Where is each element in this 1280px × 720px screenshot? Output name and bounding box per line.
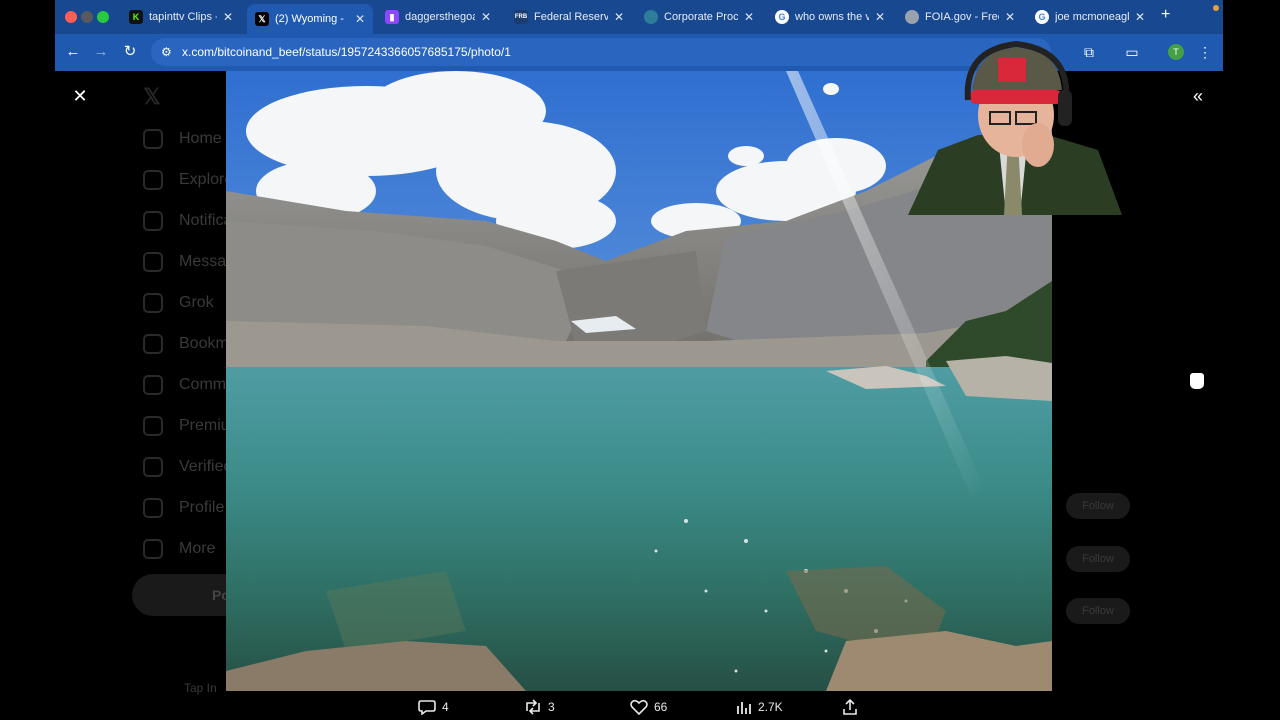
like-count: 66 bbox=[654, 700, 668, 714]
reply-button[interactable]: 4 bbox=[418, 699, 449, 715]
tab-corporate-proce[interactable]: Corporate Proce ✕ bbox=[636, 4, 762, 30]
mail-icon bbox=[143, 252, 163, 272]
views-count: 2.7K bbox=[758, 700, 783, 714]
globe-icon bbox=[644, 10, 658, 24]
close-icon[interactable]: ✕ bbox=[70, 86, 90, 106]
sidebar-item-explore[interactable]: Explore bbox=[143, 168, 233, 192]
screen: K tapinttv Clips - ✕ 𝕏 (2) Wyoming - ✕ ▮… bbox=[0, 0, 1280, 720]
close-tab-icon[interactable]: ✕ bbox=[744, 10, 754, 24]
sidebar-item-profile[interactable]: Profile bbox=[143, 496, 224, 520]
close-window-button[interactable] bbox=[65, 11, 77, 23]
back-arrow-icon[interactable]: ← bbox=[64, 43, 82, 61]
tab-federal-reserve[interactable]: FRB Federal Reserve ✕ bbox=[506, 4, 632, 30]
follow-button[interactable]: Follow bbox=[1066, 493, 1130, 519]
sidebar-item-more[interactable]: More bbox=[143, 537, 215, 561]
tab-wyoming[interactable]: 𝕏 (2) Wyoming - ✕ bbox=[247, 4, 373, 34]
maximize-window-button[interactable] bbox=[97, 11, 109, 23]
tab-tapinttv-clips[interactable]: K tapinttv Clips - ✕ bbox=[121, 4, 241, 30]
forward-arrow-icon[interactable]: → bbox=[92, 43, 110, 61]
webcam-overlay bbox=[898, 40, 1122, 215]
x-icon: 𝕏 bbox=[255, 12, 269, 26]
twitch-icon: ▮ bbox=[385, 10, 399, 24]
tab-who-owns-the[interactable]: G who owns the v ✕ bbox=[767, 4, 893, 30]
home-icon bbox=[143, 129, 163, 149]
repost-count: 3 bbox=[548, 700, 555, 714]
sidebar-item-grok[interactable]: Grok bbox=[143, 291, 214, 315]
x-icon bbox=[143, 416, 163, 436]
people-icon bbox=[143, 375, 163, 395]
tab-foia-gov[interactable]: FOIA.gov - Free ✕ bbox=[897, 4, 1023, 30]
views-chart-icon bbox=[737, 702, 751, 714]
profile-avatar[interactable]: T bbox=[1168, 44, 1184, 60]
google-icon: G bbox=[1035, 10, 1049, 24]
url-text[interactable]: x.com/bitcoinand_beef/status/19572433660… bbox=[182, 45, 511, 59]
follow-button[interactable]: Follow bbox=[1066, 598, 1130, 624]
streamer-webcam bbox=[908, 40, 1122, 215]
search-icon bbox=[143, 170, 163, 190]
reply-count: 4 bbox=[442, 700, 449, 714]
repost-button[interactable]: 3 bbox=[524, 699, 555, 715]
heart-icon bbox=[630, 699, 648, 715]
site-settings-icon[interactable]: ⚙ bbox=[161, 45, 172, 59]
close-tab-icon[interactable]: ✕ bbox=[481, 10, 491, 24]
seal-icon bbox=[905, 10, 919, 24]
tab-joe-mcmoneagle[interactable]: G joe mcmoneagl ✕ bbox=[1027, 4, 1153, 30]
close-tab-icon[interactable]: ✕ bbox=[614, 10, 624, 24]
more-icon bbox=[143, 539, 163, 559]
lightning-icon bbox=[143, 457, 163, 477]
new-tab-button[interactable]: + bbox=[1161, 6, 1170, 24]
views-button[interactable]: 2.7K bbox=[736, 699, 783, 715]
sidebar-item-home[interactable]: Home bbox=[143, 127, 222, 151]
frb-icon: FRB bbox=[514, 10, 528, 24]
mouse-cursor-icon bbox=[1189, 372, 1205, 390]
bell-icon bbox=[143, 211, 163, 231]
repost-icon bbox=[526, 699, 540, 715]
share-button[interactable] bbox=[842, 699, 864, 715]
close-tab-icon[interactable]: ✕ bbox=[1005, 10, 1015, 24]
bookmark-icon bbox=[143, 334, 163, 354]
grok-icon bbox=[143, 293, 163, 313]
tab-daggersthegoat[interactable]: ▮ daggersthegoat ✕ bbox=[377, 4, 499, 30]
reload-icon[interactable]: ↻ bbox=[121, 43, 139, 61]
close-tab-icon[interactable]: ✕ bbox=[875, 10, 885, 24]
follow-button[interactable]: Follow bbox=[1066, 546, 1130, 572]
collapse-panel-icon[interactable]: « bbox=[1188, 86, 1208, 106]
tab-bar: K tapinttv Clips - ✕ 𝕏 (2) Wyoming - ✕ ▮… bbox=[55, 0, 1223, 34]
reply-icon bbox=[418, 700, 436, 715]
close-tab-icon[interactable]: ✕ bbox=[1135, 10, 1145, 24]
kick-icon: K bbox=[129, 10, 143, 24]
share-icon bbox=[843, 699, 857, 715]
x-logo: 𝕏 bbox=[143, 84, 161, 109]
tab-search-icon[interactable]: ▭ bbox=[1123, 43, 1141, 61]
close-tab-icon[interactable]: ✕ bbox=[355, 12, 365, 26]
update-indicator-icon bbox=[1213, 5, 1219, 11]
menu-kebab-icon[interactable]: ⋮ bbox=[1196, 43, 1214, 61]
like-button[interactable]: 66 bbox=[630, 699, 667, 715]
post-actions-bar: 4 3 66 2.7K bbox=[0, 696, 1280, 720]
google-icon: G bbox=[775, 10, 789, 24]
person-icon bbox=[143, 498, 163, 518]
close-tab-icon[interactable]: ✕ bbox=[223, 10, 233, 24]
minimize-window-button[interactable] bbox=[81, 11, 93, 23]
